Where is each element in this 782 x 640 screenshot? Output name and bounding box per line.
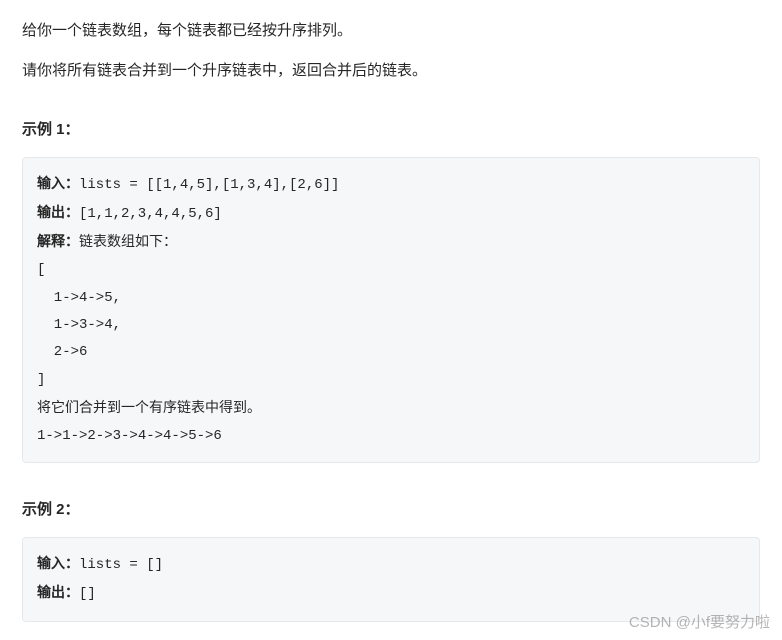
explain-label: 解释： [37,233,79,249]
output-label: 输出： [37,584,79,600]
input-value: lists = [] [79,557,163,573]
merge-text: 将它们合并到一个有序链表中得到。 [37,399,261,415]
intro-paragraph-1: 给你一个链表数组，每个链表都已经按升序排列。 [22,18,760,44]
input-label: 输入： [37,555,79,571]
example-2-heading: 示例 2： [22,497,760,523]
merge-result: 1->1->2->3->4->4->5->6 [37,428,222,444]
list-item: 2->6 [37,344,87,360]
output-value: [1,1,2,3,4,4,5,6] [79,206,222,222]
explain-value: 链表数组如下： [79,233,177,249]
list-item: 1->3->4, [37,317,121,333]
example-1-codeblock: 输入：lists = [[1,4,5],[1,3,4],[2,6]] 输出：[1… [22,157,760,464]
list-close: ] [37,372,45,388]
output-label: 输出： [37,204,79,220]
list-open: [ [37,262,45,278]
list-item: 1->4->5, [37,290,121,306]
input-value: lists = [[1,4,5],[1,3,4],[2,6]] [79,177,339,193]
output-value: [] [79,586,96,602]
intro-paragraph-2: 请你将所有链表合并到一个升序链表中，返回合并后的链表。 [22,58,760,84]
input-label: 输入： [37,175,79,191]
example-1-heading: 示例 1： [22,117,760,143]
example-2-codeblock: 输入：lists = [] 输出：[] [22,537,760,622]
